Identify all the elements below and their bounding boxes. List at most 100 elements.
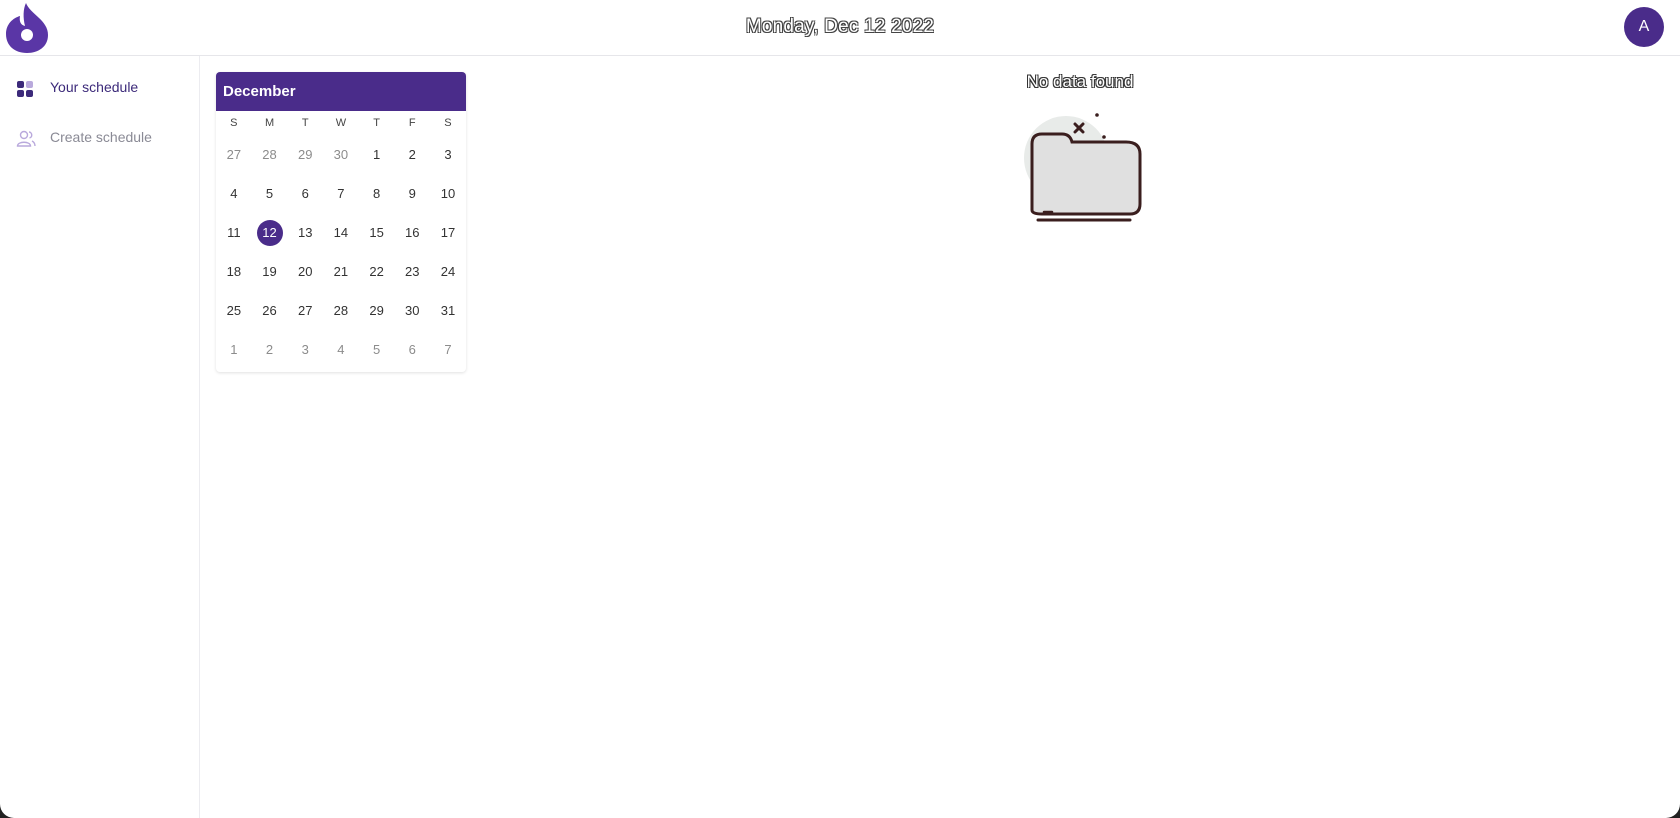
user-avatar[interactable]: A: [1624, 7, 1664, 47]
weekday-label: M: [264, 117, 275, 129]
calendar-day[interactable]: 4: [323, 330, 359, 369]
calendar-day[interactable]: 26: [252, 291, 288, 330]
calendar-day[interactable]: 13: [287, 213, 323, 252]
calendar-day-number: 11: [227, 225, 241, 240]
calendar-day[interactable]: 24: [430, 252, 466, 291]
calendar-day-number: 26: [262, 303, 277, 318]
calendar-day-number: 3: [301, 342, 309, 357]
calendar-day-number: 6: [301, 186, 309, 201]
weekday-label: W: [335, 117, 347, 129]
calendar-day[interactable]: 3: [287, 330, 323, 369]
sidebar-item-create-schedule[interactable]: Create schedule: [0, 118, 199, 158]
calendar-day[interactable]: 30: [394, 291, 430, 330]
calendar-day-number: 23: [405, 264, 420, 279]
calendar-day[interactable]: 30: [323, 135, 359, 174]
app-window: Monday, Dec 12 2022 A Your schedule Crea…: [0, 0, 1680, 818]
calendar-day-number: 17: [440, 225, 456, 240]
calendar-day-number: 29: [297, 147, 313, 162]
weekday-label: S: [230, 117, 238, 129]
calendar-day[interactable]: 2: [252, 330, 288, 369]
calendar-day[interactable]: 3: [430, 135, 466, 174]
calendar-day-number: 5: [265, 186, 274, 201]
calendar-day-number: 25: [226, 303, 242, 318]
calendar-day[interactable]: 28: [323, 291, 359, 330]
calendar-day[interactable]: 18: [216, 252, 252, 291]
calendar-day[interactable]: 27: [287, 291, 323, 330]
calendar-day-grid: 27 28 29 30 1 2 3 4 5 6 7 8 9 10 11 12 13 14 15 16 17 18 19 20 2…: [216, 135, 466, 369]
calendar-day-number: 7: [337, 186, 345, 201]
calendar-day-number: 9: [408, 186, 416, 201]
calendar-day[interactable]: 11: [216, 213, 252, 252]
weekday-label: T: [301, 117, 309, 129]
calendar-day-number: 28: [333, 303, 349, 318]
calendar-day[interactable]: 9: [394, 174, 430, 213]
calendar-day[interactable]: 29: [359, 291, 395, 330]
calendar-day[interactable]: 10: [430, 174, 466, 213]
grid-apps-icon: [17, 81, 33, 97]
calendar-day[interactable]: 1: [359, 135, 395, 174]
weekday-label: T: [373, 117, 380, 129]
sidebar: Your schedule Create schedule: [0, 56, 200, 818]
calendar-day-number: 24: [440, 264, 456, 279]
users-icon: [16, 130, 36, 147]
calendar-day-number: 7: [444, 342, 452, 357]
calendar-day-number: 1: [372, 147, 381, 162]
empty-folder-icon: [1024, 113, 1142, 222]
calendar-day[interactable]: 27: [216, 135, 252, 174]
calendar-day-number: 16: [405, 225, 420, 240]
calendar-day-number: 31: [440, 303, 456, 318]
sidebar-item-your-schedule[interactable]: Your schedule: [0, 68, 199, 108]
calendar-day[interactable]: 14: [323, 213, 359, 252]
calendar-day[interactable]: 28: [252, 135, 288, 174]
calendar-day[interactable]: 7: [323, 174, 359, 213]
calendar-day-number: 14: [333, 225, 349, 240]
calendar-day[interactable]: 29: [287, 135, 323, 174]
calendar-day[interactable]: 22: [359, 252, 395, 291]
calendar-day-number: 21: [333, 264, 349, 279]
calendar-day[interactable]: 17: [430, 213, 466, 252]
calendar-day-number: 6: [408, 342, 416, 357]
calendar-day[interactable]: 31: [430, 291, 466, 330]
calendar-day[interactable]: 19: [252, 252, 288, 291]
calendar-day[interactable]: 16: [394, 213, 430, 252]
calendar-day[interactable]: 7: [430, 330, 466, 369]
calendar-day-number: 20: [297, 264, 313, 279]
weekday-label: S: [444, 117, 452, 129]
calendar-day[interactable]: 8: [359, 174, 395, 213]
top-bar: Monday, Dec 12 2022 A: [0, 0, 1680, 56]
calendar-day-number: 12: [256, 219, 283, 246]
calendar-day[interactable]: 21: [323, 252, 359, 291]
calendar-day[interactable]: 5: [252, 174, 288, 213]
calendar-month-title[interactable]: December: [216, 72, 466, 111]
calendar-day-number: 5: [372, 342, 381, 357]
calendar-day[interactable]: 23: [394, 252, 430, 291]
calendar-day[interactable]: 1: [216, 330, 252, 369]
calendar-weekday-row: SMTWTFS: [216, 111, 466, 135]
calendar-day-number: 19: [262, 264, 277, 279]
calendar-day-number: 10: [440, 186, 456, 201]
calendar-day-number: 2: [408, 147, 416, 162]
calendar-day-number: 15: [369, 225, 384, 240]
calendar-day[interactable]: 4: [216, 174, 252, 213]
calendar-day[interactable]: 6: [394, 330, 430, 369]
calendar-day-number: 8: [372, 186, 381, 201]
calendar-day[interactable]: 25: [216, 291, 252, 330]
calendar-day-selected[interactable]: 12: [252, 213, 288, 252]
calendar-day-number: 1: [230, 342, 238, 357]
sidebar-item-label: Create schedule: [50, 129, 152, 145]
calendar-day-number: 2: [265, 342, 274, 357]
calendar-day[interactable]: 6: [287, 174, 323, 213]
calendar-day-number: 3: [444, 147, 452, 162]
calendar-day-number: 28: [262, 147, 277, 162]
empty-state-text: No data found: [1026, 72, 1134, 91]
calendar-day-number: 29: [369, 303, 384, 318]
weekday-label: F: [408, 117, 416, 129]
calendar-day[interactable]: 20: [287, 252, 323, 291]
sidebar-item-label: Your schedule: [50, 79, 139, 95]
current-date: Monday, Dec 12 2022: [745, 16, 935, 37]
calendar-day[interactable]: 2: [394, 135, 430, 174]
calendar-day[interactable]: 5: [359, 330, 395, 369]
calendar-day[interactable]: 15: [359, 213, 395, 252]
calendar-day-number: 27: [297, 303, 313, 318]
calendar-day-number: 30: [333, 147, 349, 162]
